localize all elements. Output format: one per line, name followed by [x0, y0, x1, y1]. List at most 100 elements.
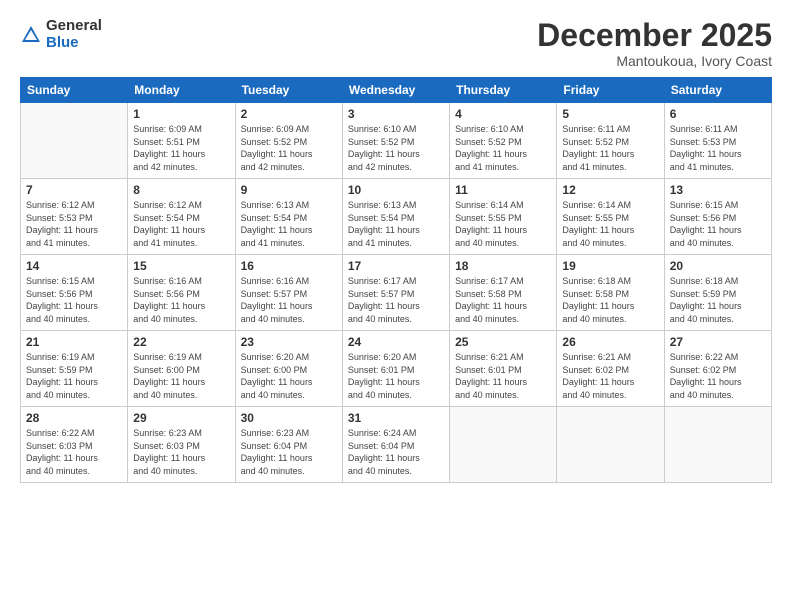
calendar-cell: 9 Sunrise: 6:13 AMSunset: 5:54 PMDaylight…: [235, 179, 342, 255]
day-info: Sunrise: 6:09 AMSunset: 5:52 PMDaylight:…: [241, 123, 337, 173]
calendar-cell: 11 Sunrise: 6:14 AMSunset: 5:55 PMDayligh…: [450, 179, 557, 255]
calendar-cell: 21 Sunrise: 6:19 AMSunset: 5:59 PMDayligh…: [21, 331, 128, 407]
day-number: 11: [455, 183, 551, 197]
calendar-cell: 10 Sunrise: 6:13 AMSunset: 5:54 PMDayligh…: [342, 179, 449, 255]
calendar-cell: 20 Sunrise: 6:18 AMSunset: 5:59 PMDayligh…: [664, 255, 771, 331]
day-info: Sunrise: 6:15 AMSunset: 5:56 PMDaylight:…: [670, 199, 766, 249]
day-info: Sunrise: 6:23 AMSunset: 6:04 PMDaylight:…: [241, 427, 337, 477]
calendar: SundayMondayTuesdayWednesdayThursdayFrid…: [20, 77, 772, 483]
location: Mantoukoua, Ivory Coast: [537, 53, 772, 69]
day-number: 4: [455, 107, 551, 121]
day-number: 16: [241, 259, 337, 273]
day-number: 7: [26, 183, 122, 197]
logo-icon: [20, 24, 42, 46]
day-info: Sunrise: 6:14 AMSunset: 5:55 PMDaylight:…: [455, 199, 551, 249]
day-header-tuesday: Tuesday: [235, 78, 342, 103]
calendar-cell: 31Sunrise: 6:24 AMSunset: 6:04 PMDayligh…: [342, 407, 449, 483]
calendar-cell: 16 Sunrise: 6:16 AMSunset: 5:57 PMDayligh…: [235, 255, 342, 331]
day-info: Sunrise: 6:17 AMSunset: 5:57 PMDaylight:…: [348, 275, 444, 325]
day-number: 17: [348, 259, 444, 273]
calendar-cell: 8Sunrise: 6:12 AMSunset: 5:54 PMDaylight…: [128, 179, 235, 255]
calendar-cell: 27Sunrise: 6:22 AMSunset: 6:02 PMDayligh…: [664, 331, 771, 407]
calendar-cell: 23 Sunrise: 6:20 AMSunset: 6:00 PMDayligh…: [235, 331, 342, 407]
calendar-cell: 2 Sunrise: 6:09 AMSunset: 5:52 PMDaylight…: [235, 103, 342, 179]
day-number: 28: [26, 411, 122, 425]
logo: General Blue: [20, 18, 102, 51]
day-number: 12: [562, 183, 658, 197]
day-info: Sunrise: 6:12 AMSunset: 5:53 PMDaylight:…: [26, 199, 122, 249]
calendar-cell: [664, 407, 771, 483]
calendar-cell: 22 Sunrise: 6:19 AMSunset: 6:00 PMDayligh…: [128, 331, 235, 407]
logo-general: General: [46, 18, 102, 35]
day-header-saturday: Saturday: [664, 78, 771, 103]
calendar-cell: 12 Sunrise: 6:14 AMSunset: 5:55 PMDayligh…: [557, 179, 664, 255]
calendar-header-row: SundayMondayTuesdayWednesdayThursdayFrid…: [21, 78, 772, 103]
day-number: 9: [241, 183, 337, 197]
day-header-sunday: Sunday: [21, 78, 128, 103]
day-number: 2: [241, 107, 337, 121]
day-info: Sunrise: 6:18 AMSunset: 5:59 PMDaylight:…: [670, 275, 766, 325]
day-number: 24: [348, 335, 444, 349]
day-info: Sunrise: 6:23 AMSunset: 6:03 PMDaylight:…: [133, 427, 229, 477]
calendar-cell: 3Sunrise: 6:10 AMSunset: 5:52 PMDaylight…: [342, 103, 449, 179]
title-section: December 2025 Mantoukoua, Ivory Coast: [537, 18, 772, 69]
calendar-week-1: 1 Sunrise: 6:09 AMSunset: 5:51 PMDaylight…: [21, 103, 772, 179]
day-number: 29: [133, 411, 229, 425]
day-number: 5: [562, 107, 658, 121]
day-info: Sunrise: 6:10 AMSunset: 5:52 PMDaylight:…: [348, 123, 444, 173]
day-info: Sunrise: 6:09 AMSunset: 5:51 PMDaylight:…: [133, 123, 229, 173]
calendar-week-4: 21 Sunrise: 6:19 AMSunset: 5:59 PMDayligh…: [21, 331, 772, 407]
calendar-cell: 17 Sunrise: 6:17 AMSunset: 5:57 PMDayligh…: [342, 255, 449, 331]
calendar-cell: 29 Sunrise: 6:23 AMSunset: 6:03 PMDayligh…: [128, 407, 235, 483]
page: General Blue December 2025 Mantoukoua, I…: [0, 0, 792, 612]
day-number: 30: [241, 411, 337, 425]
day-info: Sunrise: 6:13 AMSunset: 5:54 PMDaylight:…: [241, 199, 337, 249]
day-info: Sunrise: 6:19 AMSunset: 5:59 PMDaylight:…: [26, 351, 122, 401]
day-number: 20: [670, 259, 766, 273]
day-info: Sunrise: 6:21 AMSunset: 6:02 PMDaylight:…: [562, 351, 658, 401]
calendar-cell: [557, 407, 664, 483]
logo-blue: Blue: [46, 35, 102, 52]
calendar-cell: 1 Sunrise: 6:09 AMSunset: 5:51 PMDaylight…: [128, 103, 235, 179]
calendar-week-2: 7 Sunrise: 6:12 AMSunset: 5:53 PMDaylight…: [21, 179, 772, 255]
calendar-week-5: 28 Sunrise: 6:22 AMSunset: 6:03 PMDayligh…: [21, 407, 772, 483]
calendar-cell: 25Sunrise: 6:21 AMSunset: 6:01 PMDayligh…: [450, 331, 557, 407]
day-number: 19: [562, 259, 658, 273]
day-number: 6: [670, 107, 766, 121]
day-header-thursday: Thursday: [450, 78, 557, 103]
day-number: 1: [133, 107, 229, 121]
calendar-cell: 6Sunrise: 6:11 AMSunset: 5:53 PMDaylight…: [664, 103, 771, 179]
day-info: Sunrise: 6:20 AMSunset: 6:00 PMDaylight:…: [241, 351, 337, 401]
day-info: Sunrise: 6:13 AMSunset: 5:54 PMDaylight:…: [348, 199, 444, 249]
day-number: 22: [133, 335, 229, 349]
day-number: 10: [348, 183, 444, 197]
day-number: 21: [26, 335, 122, 349]
day-info: Sunrise: 6:11 AMSunset: 5:52 PMDaylight:…: [562, 123, 658, 173]
day-info: Sunrise: 6:16 AMSunset: 5:57 PMDaylight:…: [241, 275, 337, 325]
day-info: Sunrise: 6:19 AMSunset: 6:00 PMDaylight:…: [133, 351, 229, 401]
day-number: 13: [670, 183, 766, 197]
day-info: Sunrise: 6:14 AMSunset: 5:55 PMDaylight:…: [562, 199, 658, 249]
day-number: 26: [562, 335, 658, 349]
calendar-cell: 7 Sunrise: 6:12 AMSunset: 5:53 PMDaylight…: [21, 179, 128, 255]
day-header-monday: Monday: [128, 78, 235, 103]
day-header-friday: Friday: [557, 78, 664, 103]
day-header-wednesday: Wednesday: [342, 78, 449, 103]
day-info: Sunrise: 6:22 AMSunset: 6:03 PMDaylight:…: [26, 427, 122, 477]
calendar-cell: [450, 407, 557, 483]
calendar-cell: 30 Sunrise: 6:23 AMSunset: 6:04 PMDayligh…: [235, 407, 342, 483]
logo-text: General Blue: [46, 18, 102, 51]
day-info: Sunrise: 6:15 AMSunset: 5:56 PMDaylight:…: [26, 275, 122, 325]
day-info: Sunrise: 6:17 AMSunset: 5:58 PMDaylight:…: [455, 275, 551, 325]
day-number: 14: [26, 259, 122, 273]
day-info: Sunrise: 6:10 AMSunset: 5:52 PMDaylight:…: [455, 123, 551, 173]
calendar-cell: 19 Sunrise: 6:18 AMSunset: 5:58 PMDayligh…: [557, 255, 664, 331]
calendar-cell: 4 Sunrise: 6:10 AMSunset: 5:52 PMDaylight…: [450, 103, 557, 179]
calendar-cell: 14 Sunrise: 6:15 AMSunset: 5:56 PMDayligh…: [21, 255, 128, 331]
day-number: 23: [241, 335, 337, 349]
day-info: Sunrise: 6:24 AMSunset: 6:04 PMDaylight:…: [348, 427, 444, 477]
day-info: Sunrise: 6:21 AMSunset: 6:01 PMDaylight:…: [455, 351, 551, 401]
day-info: Sunrise: 6:12 AMSunset: 5:54 PMDaylight:…: [133, 199, 229, 249]
month-title: December 2025: [537, 18, 772, 53]
day-info: Sunrise: 6:18 AMSunset: 5:58 PMDaylight:…: [562, 275, 658, 325]
